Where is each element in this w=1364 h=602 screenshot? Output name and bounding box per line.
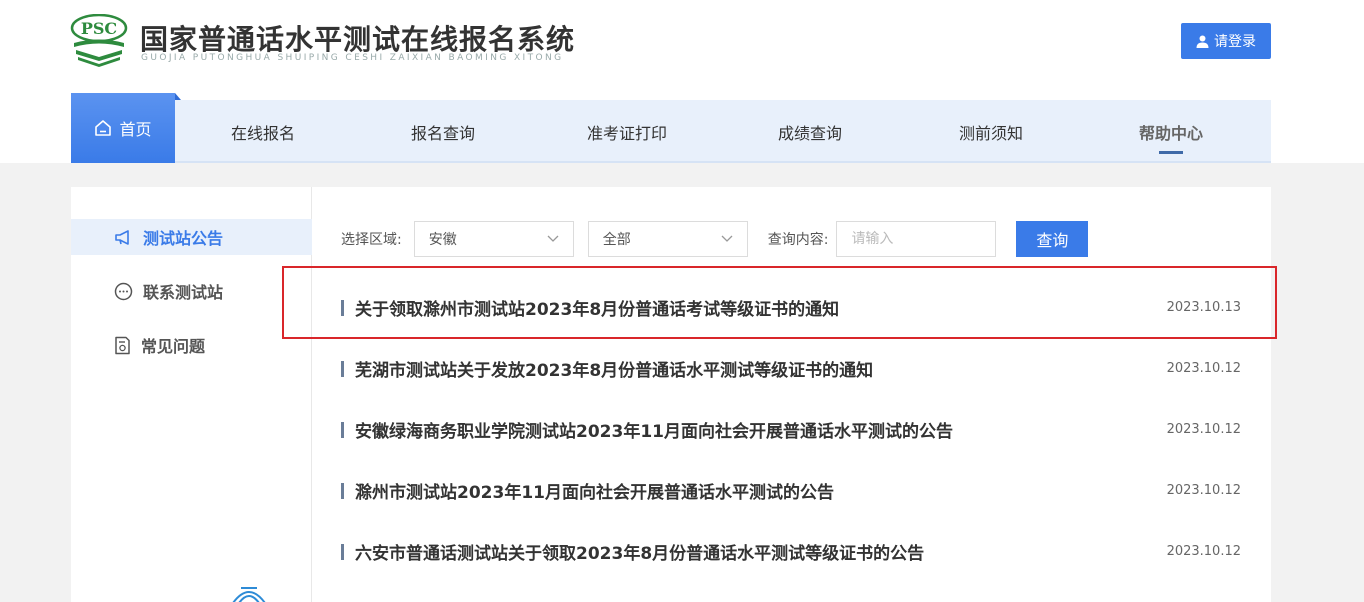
title-bar <box>341 299 344 316</box>
sidebar-item-station-notices[interactable]: 测试站公告 <box>71 219 312 255</box>
notice-title-wrap: 滁州市测试站2023年11月面向社会开展普通话水平测试的公告 <box>341 478 834 503</box>
notice-title[interactable]: 滁州市测试站2023年11月面向社会开展普通话水平测试的公告 <box>355 478 834 503</box>
site-title-pinyin: GUOJIA PUTONGHUA SHUIPING CESHI ZAIXIAN … <box>141 53 564 63</box>
notice-title-wrap: 安徽绿海商务职业学院测试站2023年11月面向社会开展普通话水平测试的公告 <box>341 417 953 442</box>
login-label: 请登录 <box>1214 34 1256 50</box>
login-button[interactable]: 请登录 <box>1181 23 1271 59</box>
list-item[interactable]: 安徽绿海商务职业学院测试站2023年11月面向社会开展普通话水平测试的公告 20… <box>341 399 1241 460</box>
notice-date: 2023.10.12 <box>1166 422 1241 437</box>
title-bar <box>341 543 344 560</box>
sidebar-item-label: 测试站公告 <box>143 229 224 248</box>
title-bar <box>341 360 344 377</box>
nav-item-register-query[interactable]: 报名查询 <box>351 100 535 163</box>
list-item[interactable]: 关于领取滁州市测试站2023年8月份普通话考试等级证书的通知 2023.10.1… <box>341 277 1241 338</box>
notice-list: 关于领取滁州市测试站2023年8月份普通话考试等级证书的通知 2023.10.1… <box>341 277 1241 582</box>
home-icon <box>95 120 112 136</box>
sidebar-item-label: 常见问题 <box>141 337 206 356</box>
sidebar-item-faq[interactable]: 常见问题 <box>71 327 312 363</box>
query-label: 查询内容: <box>767 232 829 248</box>
notice-date: 2023.10.12 <box>1166 544 1241 559</box>
query-button[interactable]: 查询 <box>1016 221 1089 257</box>
nav-label: 在线报名 <box>230 123 295 143</box>
nav-label: 成绩查询 <box>777 123 842 143</box>
region-select-value: 安徽 <box>428 232 457 248</box>
title-bar <box>341 482 344 499</box>
notice-title[interactable]: 安徽绿海商务职业学院测试站2023年11月面向社会开展普通话水平测试的公告 <box>355 417 953 442</box>
nav-item-online-register[interactable]: 在线报名 <box>175 100 351 163</box>
logo-text: PSC <box>81 19 117 38</box>
emblem-icon <box>232 587 266 602</box>
site-title: 国家普通话水平测试在线报名系统 <box>140 23 576 56</box>
notice-date: 2023.10.13 <box>1166 300 1241 315</box>
nav-item-score-query[interactable]: 成绩查询 <box>719 100 901 163</box>
list-item[interactable]: 滁州市测试站2023年11月面向社会开展普通话水平测试的公告 2023.10.1… <box>341 460 1241 521</box>
notice-title[interactable]: 六安市普通话测试站关于领取2023年8月份普通话水平测试等级证书的公告 <box>355 539 924 564</box>
filter-bar: 选择区域: 安徽 全部 查询内容: 查询 <box>341 221 1089 257</box>
chevron-down-icon <box>721 235 733 242</box>
notice-title-wrap: 关于领取滁州市测试站2023年8月份普通话考试等级证书的通知 <box>341 295 839 320</box>
main-nav: 首页 在线报名 报名查询 准考证打印 成绩查询 测前须知 帮助中心 <box>71 93 1271 163</box>
nav-item-home[interactable]: 首页 <box>71 93 181 163</box>
nav-item-admission-print[interactable]: 准考证打印 <box>535 100 719 163</box>
list-item[interactable]: 六安市普通话测试站关于领取2023年8月份普通话水平测试等级证书的公告 2023… <box>341 521 1241 582</box>
query-input[interactable] <box>836 221 997 257</box>
sub-region-select-value: 全部 <box>602 232 631 248</box>
document-question-icon <box>115 336 130 354</box>
notice-title-wrap: 六安市普通话测试站关于领取2023年8月份普通话水平测试等级证书的公告 <box>341 539 924 564</box>
nav-label: 报名查询 <box>410 123 475 143</box>
region-label: 选择区域: <box>341 232 402 248</box>
notice-date: 2023.10.12 <box>1166 483 1241 498</box>
user-icon <box>1196 35 1209 48</box>
nav-label: 准考证打印 <box>586 123 667 143</box>
title-bar <box>341 421 344 438</box>
region-select[interactable]: 安徽 <box>413 221 574 257</box>
megaphone-icon <box>115 229 129 245</box>
nav-label: 测前须知 <box>958 123 1023 143</box>
notice-title[interactable]: 芜湖市测试站关于发放2023年8月份普通话水平测试等级证书的通知 <box>355 356 873 381</box>
chevron-down-icon <box>547 235 559 242</box>
notice-title[interactable]: 关于领取滁州市测试站2023年8月份普通话考试等级证书的通知 <box>355 295 839 320</box>
notice-date: 2023.10.12 <box>1166 361 1241 376</box>
sidebar-item-contact-station[interactable]: 联系测试站 <box>71 273 312 309</box>
nav-item-help-center[interactable]: 帮助中心 <box>1081 100 1261 163</box>
sidebar: 测试站公告 联系测试站 常见问题 <box>71 187 312 602</box>
content-panel: 测试站公告 联系测试站 常见问题 选择区域: 安徽 全部 查询内容: 请输入 查… <box>71 187 1271 602</box>
chat-bubble-icon <box>114 282 133 300</box>
sidebar-item-label: 联系测试站 <box>143 283 224 302</box>
nav-label: 首页 <box>119 120 152 139</box>
nav-label: 帮助中心 <box>1138 123 1203 143</box>
notice-title-wrap: 芜湖市测试站关于发放2023年8月份普通话水平测试等级证书的通知 <box>341 356 873 381</box>
list-item[interactable]: 芜湖市测试站关于发放2023年8月份普通话水平测试等级证书的通知 2023.10… <box>341 338 1241 399</box>
psc-logo: PSC <box>70 13 128 68</box>
nav-item-pretest-notice[interactable]: 测前须知 <box>901 100 1081 163</box>
sub-region-select[interactable]: 全部 <box>587 221 748 257</box>
